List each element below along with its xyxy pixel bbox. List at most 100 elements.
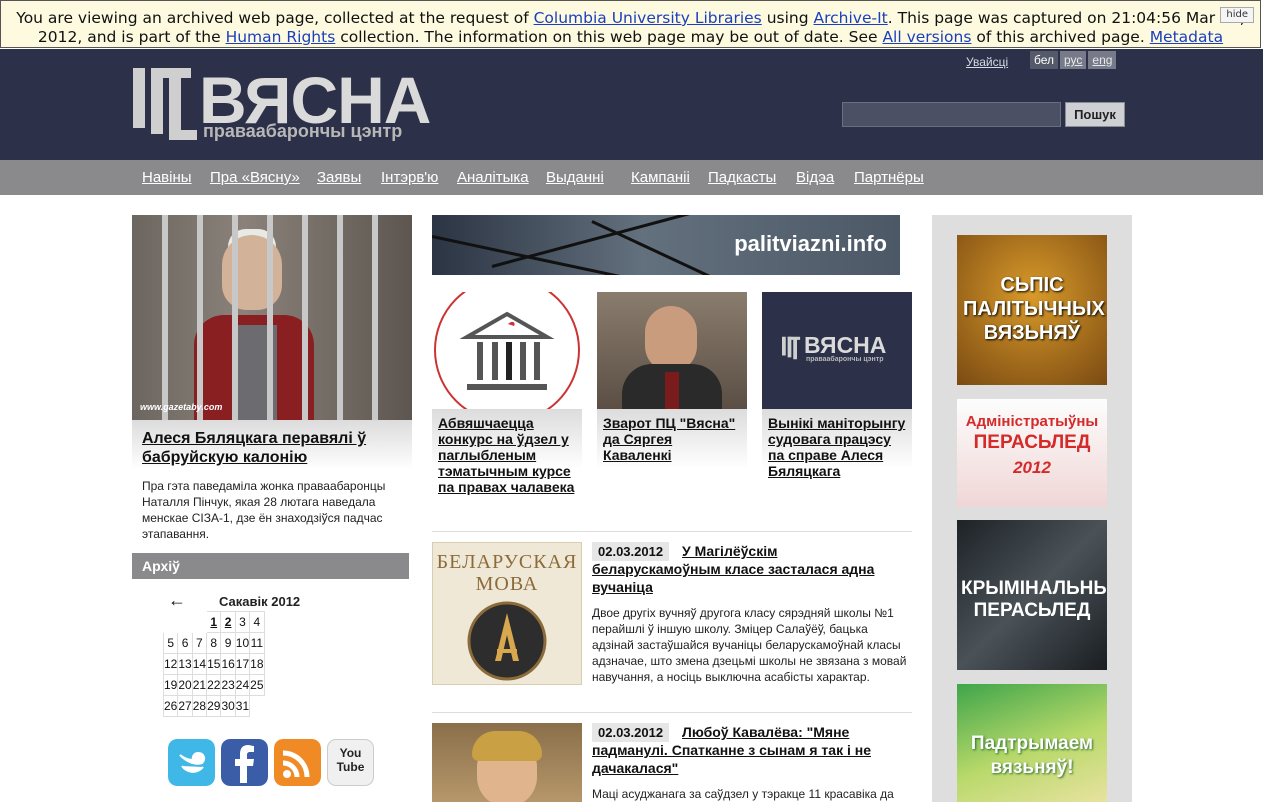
main-nav: Навіны Пра «Вясну» Заявы Інтэрв'ю Аналіт… xyxy=(0,160,1263,195)
banner-label: Адміністратыўны xyxy=(965,413,1099,430)
youtube-icon[interactable]: You Tube xyxy=(327,739,374,786)
calendar-day-link[interactable]: 1 xyxy=(206,611,222,633)
news-image-portrait[interactable] xyxy=(432,723,582,802)
news-text: Маці асуджанага за саўдзел у тэракце 11 … xyxy=(592,787,894,801)
thumb-title-link[interactable]: Вынікі маніторынгу судовага працэсу па с… xyxy=(768,415,906,479)
calendar-day: 12 xyxy=(162,653,179,675)
facebook-icon[interactable] xyxy=(221,739,268,786)
calendar-day: 8 xyxy=(206,632,222,654)
photo-detail xyxy=(222,235,282,310)
calendar-day: 4 xyxy=(249,611,265,633)
thumb-image-vyasna-logo[interactable]: ВЯСНА праваабарончы цэнтр xyxy=(762,292,912,409)
nav-statements[interactable]: Заявы xyxy=(317,169,361,186)
thumb-image-portrait[interactable] xyxy=(597,292,747,409)
login-link[interactable]: Увайсці xyxy=(966,55,1008,69)
calendar-day: 20 xyxy=(177,674,193,696)
calendar-day: 11 xyxy=(249,632,265,654)
banner-criminal[interactable]: КРЫМІНАЛЬНЫ ПЕРАСЬЛЕД xyxy=(957,520,1107,670)
calendar-day-link[interactable]: 2 xyxy=(220,611,236,633)
palitviazni-banner[interactable]: palitviazni.info xyxy=(432,215,900,275)
nav-about[interactable]: Пра «Вясну» xyxy=(210,169,300,186)
school-logo-icon xyxy=(434,292,580,409)
nav-podcasts[interactable]: Падкасты xyxy=(708,169,776,186)
hide-banner-button[interactable]: hide xyxy=(1220,7,1254,23)
calendar-day: 3 xyxy=(234,611,251,633)
calendar-day: 5 xyxy=(162,632,179,654)
calendar-day xyxy=(192,612,206,633)
nav-analytics[interactable]: Аналітыка xyxy=(457,169,529,186)
calendar-day: 16 xyxy=(220,653,236,675)
search-button[interactable]: Пошук xyxy=(1065,102,1125,127)
search-input[interactable] xyxy=(842,102,1061,127)
calendar-day: 18 xyxy=(249,653,265,675)
calendar-day: 28 xyxy=(191,695,208,717)
nav-campaigns[interactable]: Кампаніі xyxy=(631,169,690,186)
feature-title-link[interactable]: Алеся Бяляцкага перавялі ў бабруйскую ка… xyxy=(142,429,404,467)
calendar-day: 13 xyxy=(177,653,193,675)
nav-news[interactable]: Навіны xyxy=(142,169,192,186)
thumb-title-link[interactable]: Зварот ПЦ "Вясна" да Сяргея Каваленкі xyxy=(603,415,741,463)
banner-label: Падтрымаем вязьняў! xyxy=(970,733,1094,778)
news-title-link[interactable]: У Магілёўскім беларускамоўным класе заст… xyxy=(592,542,892,596)
lang-ru[interactable]: рус xyxy=(1060,51,1087,69)
rss-icon[interactable] xyxy=(274,739,321,786)
thumb-logo-wordmark: ВЯСНА xyxy=(804,332,887,358)
thumb-title-link[interactable]: Абвяшчаецца конкурс на ўдзел у паглыблен… xyxy=(438,415,576,495)
logo-subtitle: праваабарончы цэнтр xyxy=(203,121,403,141)
lang-be[interactable]: бел xyxy=(1030,51,1059,69)
language-switcher: бел рус eng xyxy=(1030,51,1117,69)
site-header: ВЯСНА праваабарончы цэнтр Увайсці бел ру… xyxy=(0,49,1263,160)
banner-text: You are viewing an archived web page, co… xyxy=(16,9,534,27)
divider xyxy=(432,712,912,713)
lang-en[interactable]: eng xyxy=(1088,51,1117,69)
banner-label: КРЫМІНАЛЬНЫ ПЕРАСЬЛЕД xyxy=(961,578,1107,621)
thumb-image-school[interactable] xyxy=(432,292,582,409)
calendar-day: 19 xyxy=(162,674,179,696)
archive-heading: Архіў xyxy=(132,553,409,579)
emblem-icon xyxy=(467,601,547,681)
feature-text: Пра гэта паведаміла жонка праваабаронцы … xyxy=(142,479,386,541)
calendar-day: 6 xyxy=(177,632,193,654)
youtube-label: You Tube xyxy=(336,746,365,774)
calendar-month: Сакавік 2012 xyxy=(219,594,301,609)
nav-publications[interactable]: Выданні xyxy=(546,169,604,186)
calendar-day xyxy=(164,612,178,633)
cage-bar xyxy=(232,215,238,420)
calendar-day: 25 xyxy=(249,674,265,696)
cage-bar xyxy=(302,215,308,420)
calendar-day: 29 xyxy=(206,695,222,717)
calendar-day: 7 xyxy=(191,632,208,654)
banner-link-archive-it[interactable]: Archive-It xyxy=(814,9,888,27)
palitviazni-label: palitviazni.info xyxy=(734,231,887,256)
calendar-day: 10 xyxy=(234,632,251,654)
photo-detail xyxy=(472,731,542,761)
feature-image[interactable]: www.gazetaby.com xyxy=(132,215,412,420)
calendar-day: 31 xyxy=(234,695,251,717)
banner-administrative[interactable]: Адміністратыўны ПЕРАСЬЛЕД 2012 xyxy=(957,399,1107,507)
banner-text: collection. The information on this web … xyxy=(335,28,883,46)
banner-political-prisoners[interactable]: СЬПІС ПАЛІТЫЧНЫХ ВЯЗЬНЯЎ xyxy=(957,235,1107,385)
calendar-day: 24 xyxy=(234,674,251,696)
calendar-day xyxy=(250,696,264,717)
thumb-logo-subtitle: праваабарончы цэнтр xyxy=(806,356,884,363)
banner-link-metadata[interactable]: Metadata xyxy=(1150,28,1223,46)
calendar-grid: 1 2 3 4 5 6 7 8 9 10 11 12 13 14 15 16 1… xyxy=(162,611,265,717)
calendar-day: 14 xyxy=(191,653,208,675)
nav-video[interactable]: Відэа xyxy=(796,169,834,186)
banner-link-all-versions[interactable]: All versions xyxy=(882,28,971,46)
calendar-day xyxy=(178,612,192,633)
news-title-link[interactable]: Любоў Кавалёва: "Мяне падманулі. Спаткан… xyxy=(592,723,892,777)
vyasna-logo-mark-icon xyxy=(133,68,197,140)
banner-support[interactable]: Падтрымаем вязьняў! xyxy=(957,684,1107,802)
cage-bar xyxy=(267,215,273,420)
nav-partners[interactable]: Партнёры xyxy=(854,169,924,186)
calendar-day: 30 xyxy=(220,695,236,717)
barbed-wire xyxy=(491,215,744,268)
calendar-day: 9 xyxy=(220,632,236,654)
calendar-prev-arrow-icon[interactable]: ← xyxy=(168,590,186,611)
nav-interviews[interactable]: Інтэрв'ю xyxy=(381,169,438,186)
banner-link-human-rights[interactable]: Human Rights xyxy=(226,28,336,46)
banner-link-columbia[interactable]: Columbia University Libraries xyxy=(534,9,762,27)
twitter-icon[interactable] xyxy=(168,739,215,786)
news-image-belarusian[interactable]: БЕЛАРУСКАЯ МОВА xyxy=(432,542,582,685)
